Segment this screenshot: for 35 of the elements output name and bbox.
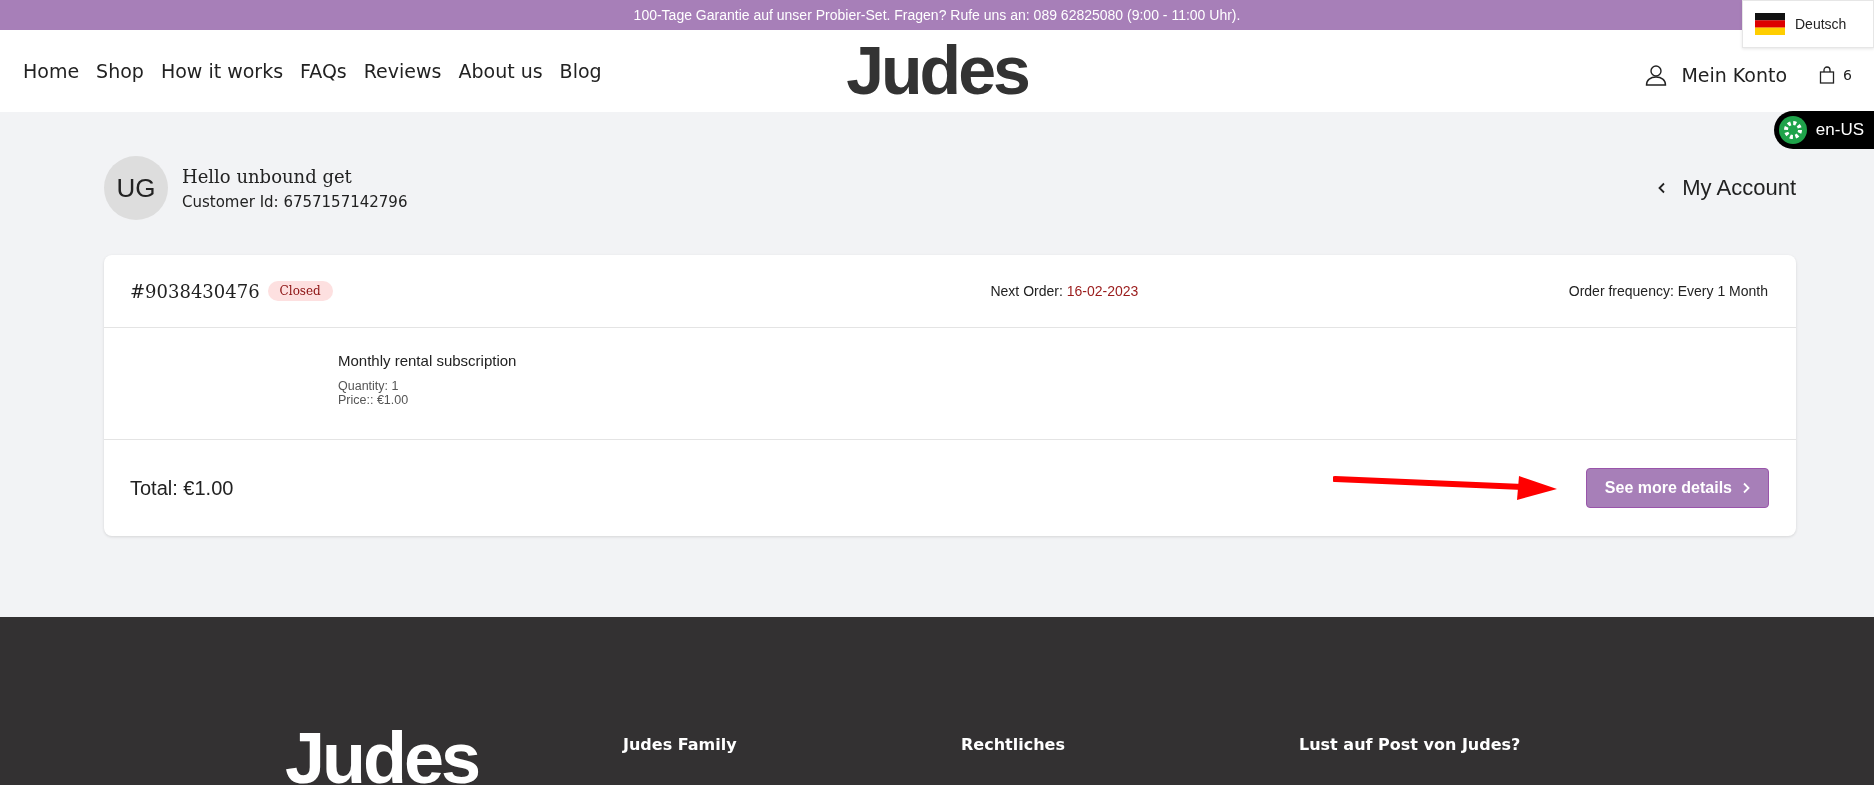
chevron-left-icon bbox=[1658, 182, 1667, 194]
order-frequency: Order frequency: Every 1 Month bbox=[1568, 283, 1768, 299]
flag-icon bbox=[1755, 13, 1785, 35]
footer-heading: Lust auf Post von Judes? bbox=[1299, 735, 1522, 754]
account-link[interactable]: Mein Konto bbox=[1681, 64, 1788, 86]
footer-heading: Judes Family bbox=[623, 735, 738, 754]
language-switcher[interactable]: Deutsch bbox=[1742, 0, 1874, 48]
cart-count: 6 bbox=[1843, 67, 1852, 83]
order-total: Total: €1.00 bbox=[130, 476, 234, 500]
footer-logo: Judes bbox=[285, 722, 480, 785]
back-link[interactable]: My Account bbox=[1658, 175, 1796, 201]
avatar: UG bbox=[104, 156, 168, 220]
nav-link[interactable]: About us bbox=[458, 60, 543, 82]
customer-id: Customer Id: 6757157142796 bbox=[182, 192, 408, 211]
next-order: Next Order: 16-02-2023 bbox=[990, 283, 1139, 299]
nav-link[interactable]: Shop bbox=[96, 60, 144, 82]
announcement-text: 100-Tage Garantie auf unser Probier-Set. Fragen? Rufe uns an: 089 62825080 (9:00 - 11:00 Uhr). bbox=[633, 7, 1241, 23]
nav-link[interactable]: FAQs bbox=[300, 60, 347, 82]
quantity: Quantity: 1 bbox=[338, 379, 400, 393]
product-name: Monthly rental subscription bbox=[338, 352, 518, 369]
footer-heading: Rechtliches bbox=[961, 735, 1066, 754]
gear-icon bbox=[1777, 115, 1808, 145]
logo[interactable]: Judes bbox=[846, 36, 1028, 104]
greeting: Hello unbound get bbox=[182, 165, 353, 187]
chevron-right-icon bbox=[1742, 482, 1750, 494]
shopping-bag-icon[interactable] bbox=[1819, 66, 1836, 84]
locale-badge[interactable]: en-US bbox=[1773, 111, 1874, 149]
nav-link[interactable]: Home bbox=[23, 60, 80, 82]
order-number: #9038430476 bbox=[130, 280, 260, 302]
status-badge: Closed bbox=[267, 281, 333, 301]
nav-link[interactable]: Blog bbox=[559, 60, 602, 82]
nav-link[interactable]: How it works bbox=[160, 60, 284, 82]
user-icon[interactable] bbox=[1645, 64, 1668, 86]
price: Price:: €1.00 bbox=[338, 393, 410, 407]
nav-link[interactable]: Reviews bbox=[363, 60, 442, 82]
